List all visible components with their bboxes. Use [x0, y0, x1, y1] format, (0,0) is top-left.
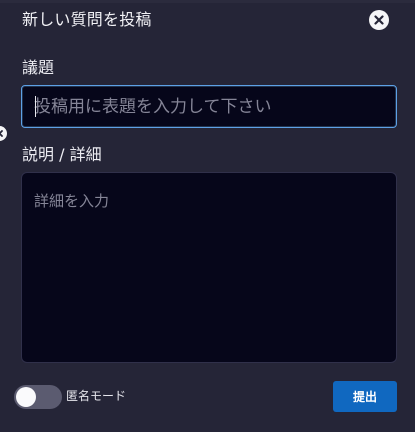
new-question-dialog: 新しい質問を投稿 議題 説明 / 詳細 匿名モード 提出: [0, 0, 415, 432]
top-bar: [0, 0, 415, 3]
subject-input[interactable]: [21, 85, 397, 128]
detail-textarea[interactable]: [21, 172, 397, 363]
text-caret: [35, 96, 36, 117]
subject-label: 議題: [22, 58, 55, 77]
toggle-knob: [16, 387, 36, 407]
submit-button[interactable]: 提出: [333, 381, 397, 412]
close-button[interactable]: [369, 10, 389, 30]
anonymous-mode-toggle[interactable]: [14, 385, 62, 409]
close-icon[interactable]: [0, 126, 7, 141]
close-icon: [374, 15, 384, 25]
detail-label: 説明 / 詳細: [22, 145, 102, 164]
dialog-title: 新しい質問を投稿: [22, 10, 152, 29]
anonymous-mode-label: 匿名モード: [66, 389, 127, 403]
